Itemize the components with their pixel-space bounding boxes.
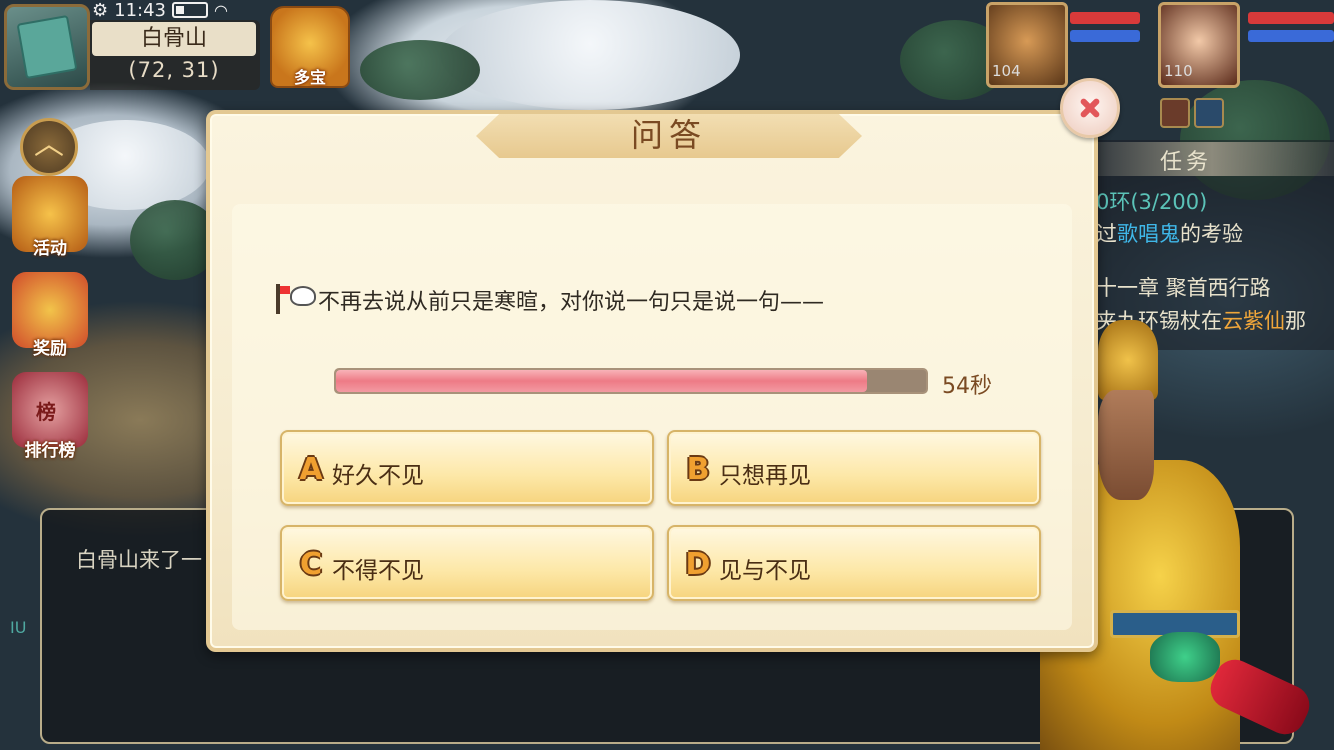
task-line[interactable]: 过歌唱鬼的考验 (1096, 218, 1243, 248)
npc-face (1098, 390, 1154, 500)
task-text: 那 (1285, 309, 1306, 333)
task-text: 的考验 (1180, 222, 1243, 246)
settings-gear-icon: ⚙ (92, 0, 109, 21)
npc-crown (1098, 320, 1158, 400)
device-status-bar: ⚙ 11:43 ◠ (92, 0, 228, 21)
party-member-level: 104 (992, 62, 1021, 80)
clock-time: 11:43 (114, 0, 167, 21)
pine-tree (360, 40, 480, 100)
ghost-icon (290, 286, 316, 306)
npc-jade-ornament (1150, 632, 1220, 682)
answer-option-d[interactable]: D 见与不见 (667, 525, 1041, 601)
mp-bar (1070, 30, 1140, 42)
task-panel-title: 任务 (1160, 150, 1213, 175)
option-letter-b: B (686, 452, 710, 487)
option-text: 不得不见 (332, 558, 424, 584)
hp-bar (1248, 12, 1334, 24)
flag (280, 286, 290, 294)
option-letter-c: C (299, 547, 323, 582)
task-line[interactable]: 十一章 聚首西行路 (1096, 272, 1271, 302)
option-text: 只想再见 (719, 463, 811, 489)
chat-message: 白骨山来了一 (76, 548, 202, 572)
collapse-up-button[interactable]: ︿ (20, 118, 78, 176)
wifi-icon: ◠ (214, 0, 228, 20)
dialog-title: 问答 (630, 116, 707, 154)
close-button[interactable] (1060, 78, 1120, 138)
chat-channel-tag: IU (10, 618, 27, 637)
duobao-label: 多宝 (293, 68, 326, 87)
option-letter-a: A (299, 452, 323, 487)
snow-mound (440, 0, 740, 110)
quiz-question: 不再去说从前只是寒暄，对你说一句只是说一句—— (318, 290, 825, 315)
hp-bar (1070, 12, 1140, 24)
option-letter-d: D (685, 547, 711, 582)
world-map-button[interactable] (4, 4, 90, 90)
side-menu-ranking-label: 排行榜 (24, 441, 76, 461)
question-marker-icon (276, 284, 318, 314)
answer-option-a[interactable]: A 好久不见 (280, 430, 654, 506)
side-menu-reward-label: 奖励 (33, 339, 67, 359)
task-highlight-npc: 歌唱鬼 (1117, 222, 1180, 246)
side-menu-activity-label: 活动 (33, 239, 67, 259)
location-coordinates: (72, 31) (128, 58, 220, 82)
mp-bar (1248, 30, 1334, 42)
buff-potion-icon[interactable] (1160, 98, 1190, 128)
option-text: 见与不见 (719, 558, 811, 584)
buff-potion-icon[interactable] (1194, 98, 1224, 128)
map-scroll-icon (16, 14, 78, 80)
task-highlight-npc: 云紫仙 (1222, 309, 1285, 333)
countdown-progress-fill (336, 370, 867, 392)
battery-icon (172, 2, 209, 18)
ranking-badge: 榜 (36, 400, 56, 424)
option-text: 好久不见 (332, 463, 424, 489)
location-name: 白骨山 (92, 22, 256, 56)
task-line[interactable]: 0环(3/200) (1096, 186, 1207, 216)
task-text: 过 (1096, 222, 1117, 246)
party-member-level: 110 (1164, 62, 1193, 80)
chevron-up-icon: ︿ (34, 127, 64, 162)
answer-option-c[interactable]: C 不得不见 (280, 525, 654, 601)
countdown-progress-bar (334, 368, 928, 394)
countdown-seconds: 54秒 (942, 374, 992, 399)
answer-option-b[interactable]: B 只想再见 (667, 430, 1041, 506)
